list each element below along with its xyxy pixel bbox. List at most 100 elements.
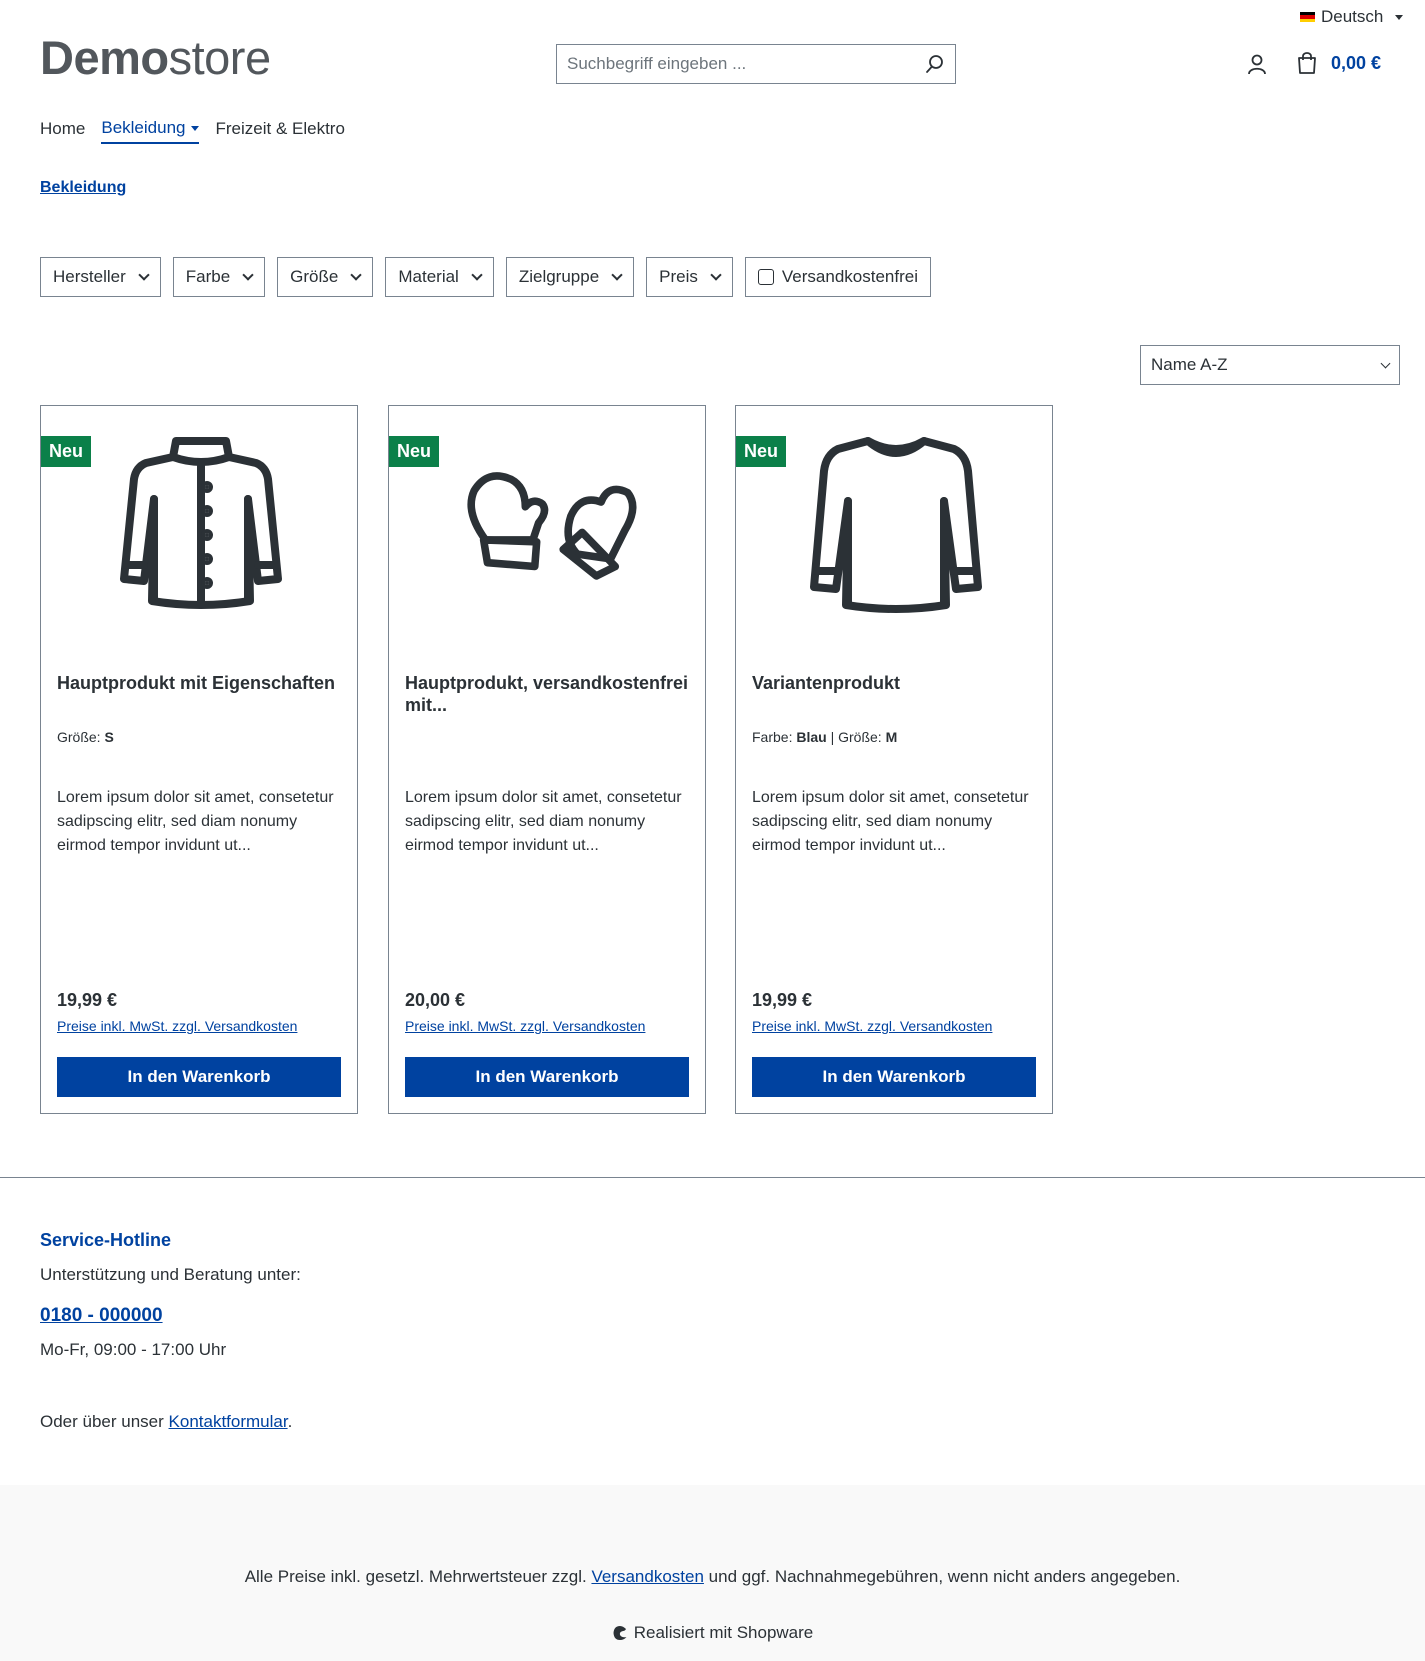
vat-prefix: Alle Preise inkl. gesetzl. Mehrwertsteue… [244, 1567, 587, 1586]
sort-selected-value: Name A-Z [1151, 355, 1228, 374]
account-button[interactable] [1246, 53, 1268, 80]
product-title[interactable]: Variantenprodukt [752, 672, 1042, 694]
filter-label: Versandkostenfrei [781, 267, 918, 286]
property-label: Größe: [57, 729, 101, 745]
product-title[interactable]: Hauptprodukt mit Eigenschaften [57, 672, 347, 694]
caret-down-icon [191, 125, 200, 131]
tax-info-link[interactable]: Preise inkl. MwSt. zzgl. Versandkosten [57, 1018, 297, 1034]
service-phone-link[interactable]: 0180 - 000000 [40, 1305, 163, 1327]
filter-manufacturer[interactable]: Hersteller [40, 257, 161, 297]
service-hotline-subtitle: Unterstützung und Beratung unter: [40, 1265, 301, 1284]
product-image[interactable] [459, 426, 639, 616]
property-value: Blau [796, 729, 827, 745]
nav-item-home[interactable]: Home [40, 118, 85, 144]
search-placeholder: Suchbegriff eingeben ... [567, 54, 747, 73]
product-properties: Farbe: Blau | Größe: M [752, 729, 897, 745]
property-value: M [885, 729, 898, 745]
product-properties: Größe: S [57, 729, 114, 745]
user-icon [1248, 54, 1266, 75]
german-flag-icon [1300, 11, 1315, 23]
shopping-bag-icon [1298, 52, 1316, 74]
main-navigation: Home Bekleidung Freizeit & Elektro [40, 118, 361, 144]
cart-total: 0,00 € [1331, 52, 1382, 73]
product-description: Lorem ipsum dolor sit amet, consetetur s… [57, 789, 334, 854]
product-image[interactable] [806, 426, 986, 616]
service-hotline-title: Service-Hotline [40, 1230, 172, 1250]
product-image[interactable] [111, 426, 291, 616]
new-badge: Neu [389, 436, 440, 467]
nav-label: Bekleidung [101, 118, 186, 137]
chevron-down-icon [138, 269, 150, 281]
logo-bold: Demo [40, 31, 169, 84]
add-to-cart-button[interactable]: In den Warenkorb [57, 1057, 341, 1097]
product-card: Neu Hauptprodukt, versandkostenfrei mit.… [388, 405, 706, 1114]
property-label: Größe: [838, 729, 882, 745]
search-input[interactable]: Suchbegriff eingeben ... [556, 44, 956, 84]
property-label: Farbe: [752, 729, 793, 745]
logo[interactable]: Demostore [40, 34, 271, 81]
filter-label: Preis [659, 267, 698, 286]
add-to-cart-button[interactable]: In den Warenkorb [405, 1057, 689, 1097]
filter-label: Hersteller [53, 267, 126, 286]
add-to-cart-button[interactable]: In den Warenkorb [752, 1057, 1036, 1097]
filter-label: Zielgruppe [518, 267, 600, 286]
jacket-icon [120, 436, 282, 609]
shipping-costs-link[interactable]: Versandkosten [591, 1567, 703, 1586]
filter-target-group[interactable]: Zielgruppe [505, 257, 635, 297]
nav-label: Freizeit & Elektro [215, 119, 345, 138]
filter-label: Farbe [185, 267, 231, 286]
search-icon[interactable] [925, 54, 945, 74]
cart-button[interactable]: 0,00 € [1295, 51, 1381, 75]
filter-color[interactable]: Farbe [172, 257, 266, 297]
shopware-logo-icon [613, 1626, 627, 1640]
product-price: 19,99 € [752, 990, 813, 1010]
product-price: 19,99 € [57, 990, 118, 1010]
chevron-down-icon [350, 269, 363, 281]
nav-item-freizeit-elektro[interactable]: Freizeit & Elektro [215, 118, 344, 144]
tax-info-link[interactable]: Preise inkl. MwSt. zzgl. Versandkosten [752, 1018, 992, 1034]
language-label: Deutsch [1321, 7, 1384, 26]
chevron-down-icon [242, 269, 254, 281]
language-switcher[interactable]: Deutsch [1300, 7, 1404, 27]
product-price: 20,00 € [405, 990, 466, 1010]
contact-text: Oder über unser Kontaktformular. [40, 1412, 292, 1432]
sort-select[interactable]: Name A-Z [1140, 345, 1400, 385]
product-description: Lorem ipsum dolor sit amet, consetetur s… [752, 789, 1029, 854]
powered-by-label: Realisiert mit Shopware [633, 1623, 814, 1642]
vat-suffix: und ggf. Nachnahmegebühren, wenn nicht a… [708, 1567, 1181, 1586]
filter-panel: Hersteller Farbe Größe Material Zielgrup… [40, 257, 931, 297]
caret-down-icon [1395, 14, 1404, 20]
filter-label: Größe [290, 267, 339, 286]
nav-label: Home [40, 119, 86, 138]
service-hours: Mo-Fr, 09:00 - 17:00 Uhr [40, 1340, 227, 1359]
filter-size[interactable]: Größe [277, 257, 374, 297]
contact-form-link[interactable]: Kontaktformular [169, 1412, 288, 1431]
footer-divider [0, 1177, 1425, 1178]
sweater-icon [810, 436, 982, 613]
new-badge: Neu [736, 436, 787, 467]
chevron-down-icon [1380, 358, 1391, 368]
filter-price[interactable]: Preis [646, 257, 733, 297]
contact-suffix: . [287, 1412, 293, 1431]
logo-light: store [168, 31, 272, 84]
filter-shipping-free[interactable]: Versandkostenfrei [744, 257, 931, 297]
product-card: Neu Variantenprodukt Farbe: Blau | Größe… [735, 405, 1053, 1114]
chevron-down-icon [611, 269, 623, 281]
product-card: Neu Hauptprodukt mit Eigenschaften Größe… [40, 405, 358, 1114]
chevron-down-icon [471, 269, 483, 281]
tax-info-link[interactable]: Preise inkl. MwSt. zzgl. Versandkosten [405, 1018, 645, 1034]
vat-notice: Alle Preise inkl. gesetzl. Mehrwertsteue… [0, 1567, 1425, 1587]
shipping-free-checkbox[interactable] [757, 269, 774, 285]
powered-by[interactable]: Realisiert mit Shopware [0, 1623, 1425, 1643]
property-value: S [104, 729, 114, 745]
chevron-down-icon [710, 269, 722, 281]
property-separator: | [830, 729, 835, 745]
filter-label: Material [398, 267, 459, 286]
breadcrumb[interactable]: Bekleidung [40, 179, 126, 197]
product-title[interactable]: Hauptprodukt, versandkostenfrei mit... [405, 672, 695, 716]
nav-item-bekleidung[interactable]: Bekleidung [101, 118, 200, 144]
new-badge: Neu [41, 436, 92, 467]
product-description: Lorem ipsum dolor sit amet, consetetur s… [405, 789, 682, 854]
mittens-icon [467, 472, 637, 580]
filter-material[interactable]: Material [385, 257, 494, 297]
